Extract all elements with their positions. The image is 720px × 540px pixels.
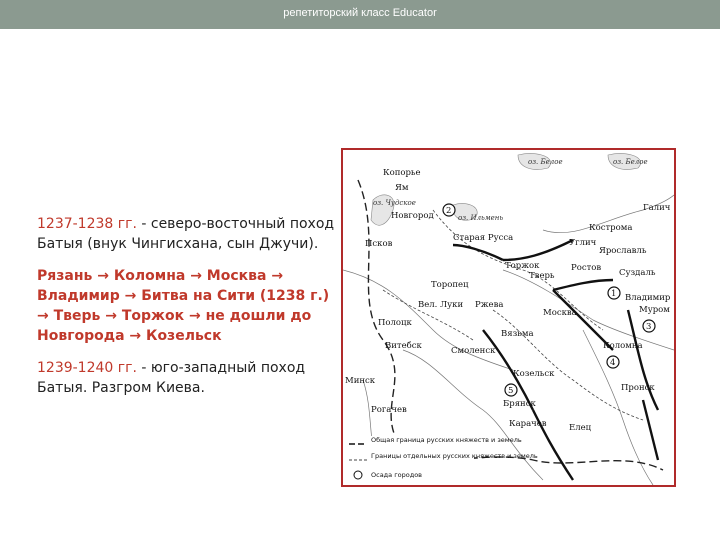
city-pskov: Псков	[365, 239, 393, 249]
city-vel-luki: Вел. Луки	[418, 300, 463, 310]
siege-5-label: 5	[508, 386, 513, 396]
legend-general-border: Общая граница русских княжеств и земель	[371, 436, 522, 444]
siege-4-label: 4	[610, 358, 615, 368]
city-suzdal: Суздаль	[619, 268, 656, 278]
paragraph-second-campaign: 1239-1240 гг. - юго-западный поход Батыя…	[37, 358, 337, 398]
city-yaroslavl: Ярославль	[599, 246, 647, 256]
city-karachev: Карачев	[509, 419, 547, 429]
city-elets: Елец	[569, 423, 592, 433]
city-rzheva: Ржева	[475, 300, 503, 310]
city-koporye: Копорье	[383, 168, 421, 178]
city-smolensk: Смоленск	[451, 346, 496, 356]
city-bryansk: Брянск	[503, 399, 536, 409]
city-vitebsk: Витебск	[385, 340, 423, 351]
water-label-beloe-1: оз. Белое	[528, 158, 563, 166]
header-bar: репетиторский класс Educator	[0, 0, 720, 29]
city-rogachev: Рогачев	[371, 405, 407, 415]
legend-siege-swatch	[353, 470, 363, 480]
paragraph-first-campaign: 1237-1238 гг. - северо-восточный поход Б…	[37, 214, 337, 254]
city-pronsk: Пронск	[621, 383, 655, 393]
siege-1-label: 1	[611, 289, 616, 299]
legend-siege: Осада городов	[371, 471, 422, 479]
city-vyazma: Вязьма	[501, 329, 534, 339]
dates-1237-1238: 1237-1238 гг.	[37, 216, 137, 232]
route-text: Рязань → Коломна → Москва → Владимир → Б…	[37, 268, 330, 344]
header-title: репетиторский класс Educator	[283, 7, 437, 19]
city-moskva: Москва	[543, 308, 577, 318]
text-block: 1237-1238 гг. - северо-восточный поход Б…	[37, 214, 337, 410]
city-kolomna: Коломна	[603, 341, 643, 351]
city-toropets: Торопец	[431, 280, 469, 290]
map-legend: Общая граница русских княжеств и земель …	[346, 436, 538, 482]
city-tver: Тверь	[529, 271, 555, 281]
city-vladimir: Владимир	[625, 293, 671, 303]
city-uglich: Углич	[569, 238, 597, 248]
water-label-ilmen: оз. Ильмень	[458, 214, 503, 222]
city-yam: Ям	[395, 183, 409, 193]
siege-2-label: 2	[446, 206, 451, 216]
siege-3-label: 3	[646, 322, 651, 332]
dates-1239-1240: 1239-1240 гг.	[37, 360, 137, 376]
campaign-map: 1 2 3 4 5 оз. Чудское оз. Ильмень оз. Бе…	[341, 148, 676, 487]
city-torzhok: Торжок	[505, 261, 540, 271]
city-galich: Галич	[643, 203, 671, 213]
water-label-chudskoe: оз. Чудское	[373, 199, 416, 207]
city-novgorod: Новгород	[391, 211, 434, 221]
city-kostroma: Кострома	[589, 223, 632, 233]
city-rostov: Ростов	[571, 263, 601, 273]
map-svg: 1 2 3 4 5 оз. Чудское оз. Ильмень оз. Бе…	[343, 153, 674, 485]
city-polotsk: Полоцк	[378, 318, 413, 328]
city-kozelsk: Козельск	[513, 369, 555, 379]
water-label-beloe-2: оз. Белое	[613, 158, 648, 166]
city-staraya-russa: Старая Русса	[453, 233, 513, 243]
legend-internal-border: Границы отдельных русских княжеств и зем…	[371, 452, 538, 460]
city-minsk: Минск	[345, 376, 376, 386]
city-murom: Муром	[639, 305, 670, 315]
